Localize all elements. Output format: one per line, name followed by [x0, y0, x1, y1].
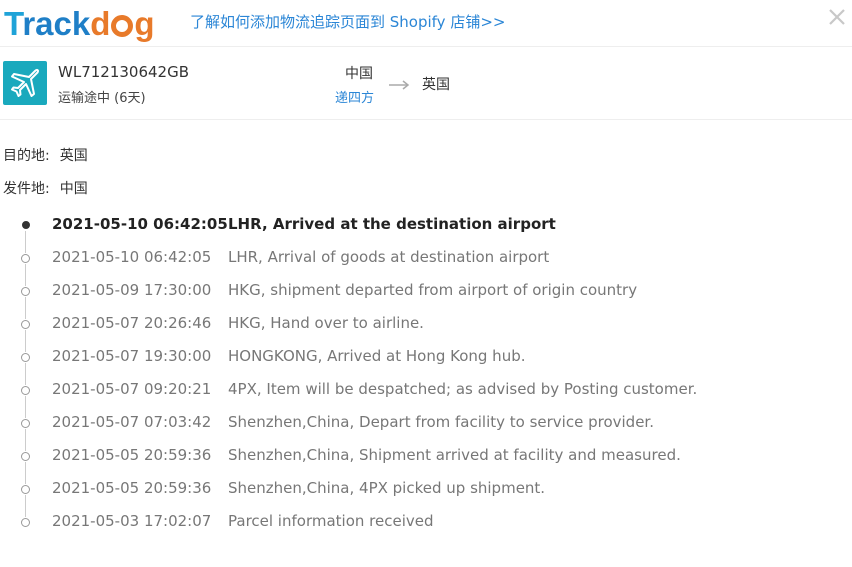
timeline-dot-icon — [21, 287, 30, 296]
header: Trackd g 了解如何添加物流追踪页面到 Shopify 店铺>> — [0, 0, 852, 47]
logo-text: Trackd g — [4, 5, 155, 42]
shipment-summary: WL712130642GB 运输途中 (6天) 中国 递四方 英国 — [0, 47, 852, 120]
shopify-guide-link[interactable]: 了解如何添加物流追踪页面到 Shopify 店铺>> — [190, 11, 505, 32]
timeline-dot-icon — [21, 419, 30, 428]
event-time: 2021-05-07 09:20:21 — [52, 380, 212, 398]
timeline-dot-icon — [22, 221, 30, 229]
timeline-event: 2021-05-07 19:30:00 HONGKONG, Arrived at … — [0, 340, 852, 385]
timeline-event: 2021-05-07 20:26:46 HKG, Hand over to air… — [0, 307, 852, 352]
event-description: HONGKONG, Arrived at Hong Kong hub. — [228, 347, 526, 365]
origin-info: 发件地: 中国 — [3, 178, 88, 198]
timeline-event: 2021-05-09 17:30:00 HKG, shipment departe… — [0, 274, 852, 319]
event-description: LHR, Arrival of goods at destination air… — [228, 248, 550, 266]
timeline-event: 2021-05-05 20:59:36 Shenzhen,China, 4PX p… — [0, 472, 852, 517]
arrow-right-icon — [388, 75, 410, 90]
event-time: 2021-05-07 07:03:42 — [52, 413, 212, 431]
destination-country: 英国 — [422, 77, 450, 93]
destination-label: 目的地: — [3, 148, 50, 164]
event-time: 2021-05-05 20:59:36 — [52, 479, 212, 497]
timeline-dot-icon — [21, 485, 30, 494]
event-time: 2021-05-07 20:26:46 — [52, 314, 212, 332]
event-time: 2021-05-07 19:30:00 — [52, 347, 212, 365]
event-time: 2021-05-10 06:42:05 — [52, 248, 212, 266]
timeline-event: 2021-05-10 06:42:05 LHR, Arrived at the d… — [0, 208, 852, 253]
origin-label: 发件地: — [3, 181, 50, 197]
timeline-dot-icon — [21, 452, 30, 461]
event-description: Shenzhen,China, Depart from facility to … — [228, 413, 654, 431]
timeline-event: 2021-05-07 07:03:42 Shenzhen,China, Depar… — [0, 406, 852, 451]
timeline-dot-icon — [21, 254, 30, 263]
trackdog-logo[interactable]: Trackd g — [4, 2, 155, 42]
origin-country: 中国 — [345, 66, 373, 82]
timeline-dot-icon — [21, 518, 30, 527]
transit-status: 运输途中 (6天) — [58, 91, 146, 106]
timeline-dot-icon — [21, 353, 30, 362]
origin-value: 中国 — [59, 181, 88, 197]
event-description: Parcel information received — [228, 512, 434, 530]
timeline-event: 2021-05-07 09:20:21 4PX, Item will be des… — [0, 373, 852, 418]
event-description: HKG, Hand over to airline. — [228, 314, 424, 332]
timeline-event: 2021-05-10 06:42:05 LHR, Arrival of goods… — [0, 241, 852, 286]
event-description: 4PX, Item will be despatched; as advised… — [228, 380, 698, 398]
event-description: Shenzhen,China, 4PX picked up shipment. — [228, 479, 546, 497]
timeline-event: 2021-05-05 20:59:36 Shenzhen,China, Shipm… — [0, 439, 852, 484]
event-description: LHR, Arrived at the destination airport — [228, 215, 556, 233]
close-icon[interactable] — [826, 6, 848, 28]
event-time: 2021-05-09 17:30:00 — [52, 281, 212, 299]
event-description: Shenzhen,China, Shipment arrived at faci… — [228, 446, 681, 464]
timeline-dot-icon — [21, 386, 30, 395]
carrier-link[interactable]: 递四方 — [335, 87, 374, 106]
destination-value: 英国 — [59, 148, 88, 164]
event-time: 2021-05-03 17:02:07 — [52, 512, 212, 530]
timeline-dot-icon — [21, 320, 30, 329]
destination-info: 目的地: 英国 — [3, 145, 88, 165]
airplane-icon — [3, 61, 47, 105]
event-time: 2021-05-10 06:42:05 — [52, 215, 228, 233]
tracking-number: WL712130642GB — [58, 63, 189, 81]
event-time: 2021-05-05 20:59:36 — [52, 446, 212, 464]
event-description: HKG, shipment departed from airport of o… — [228, 281, 638, 299]
timeline-event: 2021-05-03 17:02:07 Parcel information re… — [0, 505, 852, 538]
